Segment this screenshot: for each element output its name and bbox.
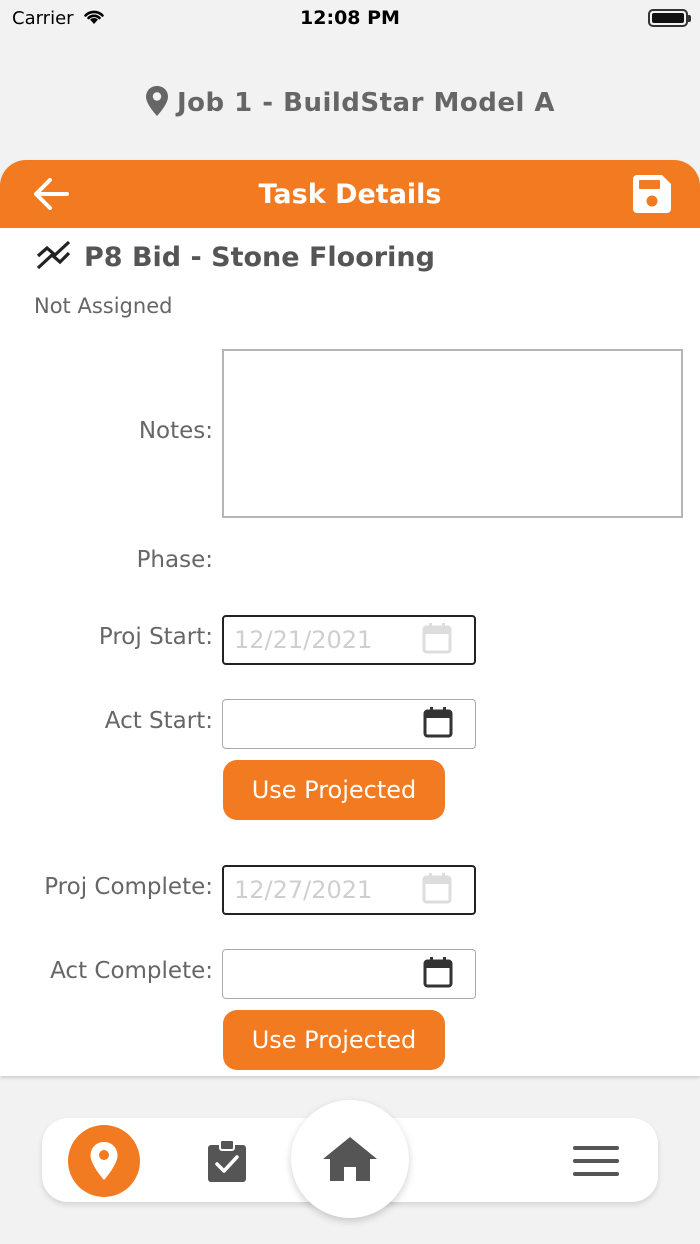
floppy-disk-icon bbox=[633, 175, 671, 213]
proj-start-value: 12/21/2021 bbox=[234, 626, 373, 654]
task-name: P8 Bid - Stone Flooring bbox=[84, 241, 435, 273]
notes-label: Notes: bbox=[138, 418, 213, 444]
calendar-icon[interactable] bbox=[422, 622, 452, 658]
phase-label: Phase: bbox=[136, 547, 213, 573]
calendar-icon[interactable] bbox=[423, 956, 453, 992]
act-complete-label: Act Complete: bbox=[50, 958, 213, 984]
use-projected-start-button[interactable]: Use Projected bbox=[223, 760, 445, 820]
hamburger-menu-icon bbox=[573, 1146, 619, 1176]
task-name-row: P8 Bid - Stone Flooring bbox=[36, 240, 435, 274]
back-button[interactable] bbox=[32, 177, 70, 211]
panel-title: Task Details bbox=[258, 178, 442, 210]
save-button[interactable] bbox=[632, 174, 672, 214]
zigzag-lines-icon bbox=[36, 240, 72, 274]
arrow-left-icon bbox=[34, 178, 69, 210]
carrier-label: Carrier bbox=[12, 7, 74, 29]
nav-menu-button[interactable] bbox=[570, 1142, 622, 1180]
map-pin-icon bbox=[90, 1142, 118, 1180]
clipboard-check-icon bbox=[208, 1139, 246, 1182]
job-header[interactable]: Job 1 - BuildStar Model A bbox=[0, 78, 700, 128]
notes-textarea[interactable] bbox=[222, 349, 683, 518]
proj-start-field[interactable]: 12/21/2021 bbox=[222, 615, 476, 665]
act-complete-field[interactable] bbox=[222, 949, 476, 999]
proj-complete-value: 12/27/2021 bbox=[234, 876, 373, 904]
nav-tasks-button[interactable] bbox=[204, 1136, 250, 1186]
calendar-icon[interactable] bbox=[423, 706, 453, 742]
calendar-icon[interactable] bbox=[422, 872, 452, 908]
nav-location-button[interactable] bbox=[68, 1125, 140, 1197]
status-left: Carrier bbox=[12, 7, 106, 30]
map-pin-icon bbox=[145, 85, 169, 121]
status-bar: Carrier 12:08 PM bbox=[0, 0, 700, 36]
proj-complete-field[interactable]: 12/27/2021 bbox=[222, 865, 476, 915]
act-start-field[interactable] bbox=[222, 699, 476, 749]
panel-header: Task Details bbox=[0, 160, 700, 228]
nav-home-button[interactable] bbox=[291, 1100, 409, 1218]
act-start-label: Act Start: bbox=[104, 708, 213, 734]
wifi-icon bbox=[82, 7, 106, 30]
home-icon bbox=[323, 1137, 377, 1181]
proj-start-label: Proj Start: bbox=[98, 624, 213, 650]
task-details-panel: Task Details P8 Bid - Stone Flooring Not… bbox=[0, 160, 700, 1076]
assignee-status: Not Assigned bbox=[34, 294, 173, 318]
battery-icon bbox=[648, 9, 691, 27]
use-projected-complete-button[interactable]: Use Projected bbox=[223, 1010, 445, 1070]
proj-complete-label: Proj Complete: bbox=[44, 874, 213, 900]
job-title: Job 1 - BuildStar Model A bbox=[176, 88, 556, 118]
